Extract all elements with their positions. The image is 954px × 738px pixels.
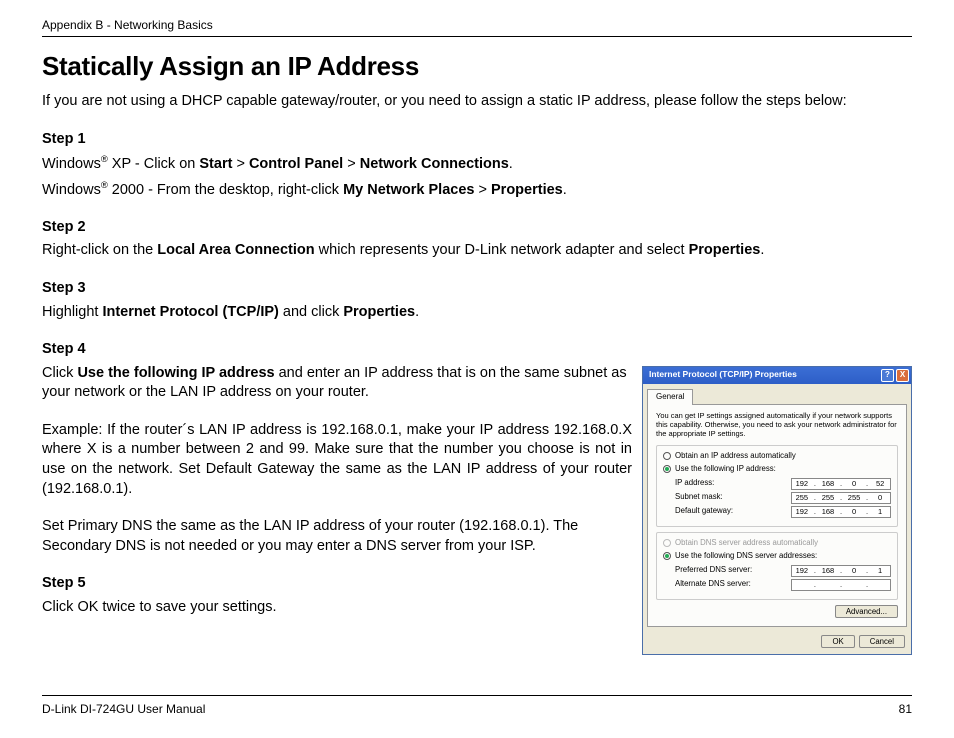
- field-preferred-dns: Preferred DNS server: 192.168.0.1: [675, 565, 891, 577]
- default-gateway-input[interactable]: 192.168.0.1: [791, 506, 891, 518]
- step-1-line-b: Windows® 2000 - From the desktop, right-…: [42, 179, 912, 200]
- dialog-description: You can get IP settings assigned automat…: [656, 411, 898, 439]
- body-content: If you are not using a DHCP capable gate…: [42, 92, 912, 655]
- radio-obtain-ip[interactable]: Obtain an IP address automatically: [663, 451, 891, 462]
- help-icon[interactable]: ?: [881, 369, 894, 382]
- dialog-title: Internet Protocol (TCP/IP) Properties: [649, 369, 797, 380]
- step-1-label: Step 1: [42, 131, 86, 147]
- ip-group: Obtain an IP address automatically Use t…: [656, 445, 898, 527]
- radio-use-ip[interactable]: Use the following IP address:: [663, 464, 891, 475]
- tcpip-dialog-figure: Internet Protocol (TCP/IP) Properties ? …: [642, 366, 912, 655]
- step-3-text: Highlight Internet Protocol (TCP/IP) and…: [42, 303, 912, 323]
- advanced-button[interactable]: Advanced...: [835, 605, 898, 618]
- footer-left: D-Link DI-724GU User Manual: [42, 702, 205, 716]
- intro-text: If you are not using a DHCP capable gate…: [42, 92, 912, 112]
- field-default-gateway: Default gateway: 192.168.0.1: [675, 506, 891, 518]
- step-3-label: Step 3: [42, 280, 86, 296]
- ok-button[interactable]: OK: [821, 635, 854, 648]
- dns-group: Obtain DNS server address automatically …: [656, 532, 898, 600]
- footer-page-number: 81: [899, 702, 912, 716]
- radio-obtain-dns: Obtain DNS server address automatically: [663, 538, 891, 549]
- field-ip-address: IP address: 192.168.0.52: [675, 478, 891, 490]
- dialog-titlebar: Internet Protocol (TCP/IP) Properties ? …: [643, 367, 911, 384]
- step-1-line-a: Windows® XP - Click on Start > Control P…: [42, 153, 912, 174]
- step-5-label: Step 5: [42, 575, 86, 591]
- subnet-mask-input[interactable]: 255.255.255.0: [791, 492, 891, 504]
- alternate-dns-input[interactable]: 0.0.0.0: [791, 579, 891, 591]
- step-4-label: Step 4: [42, 341, 86, 357]
- cancel-button[interactable]: Cancel: [859, 635, 905, 648]
- tab-general[interactable]: General: [647, 389, 693, 405]
- ip-address-input[interactable]: 192.168.0.52: [791, 478, 891, 490]
- step-2-text: Right-click on the Local Area Connection…: [42, 241, 912, 261]
- field-subnet-mask: Subnet mask: 255.255.255.0: [675, 492, 891, 504]
- page-footer: D-Link DI-724GU User Manual 81: [42, 695, 912, 716]
- radio-use-dns[interactable]: Use the following DNS server addresses:: [663, 551, 891, 562]
- close-icon[interactable]: X: [896, 369, 909, 382]
- step-2-label: Step 2: [42, 219, 86, 235]
- preferred-dns-input[interactable]: 192.168.0.1: [791, 565, 891, 577]
- page-title: Statically Assign an IP Address: [42, 51, 912, 82]
- tcpip-dialog: Internet Protocol (TCP/IP) Properties ? …: [642, 366, 912, 655]
- field-alternate-dns: Alternate DNS server: 0.0.0.0: [675, 579, 891, 591]
- page-header: Appendix B - Networking Basics: [42, 18, 912, 37]
